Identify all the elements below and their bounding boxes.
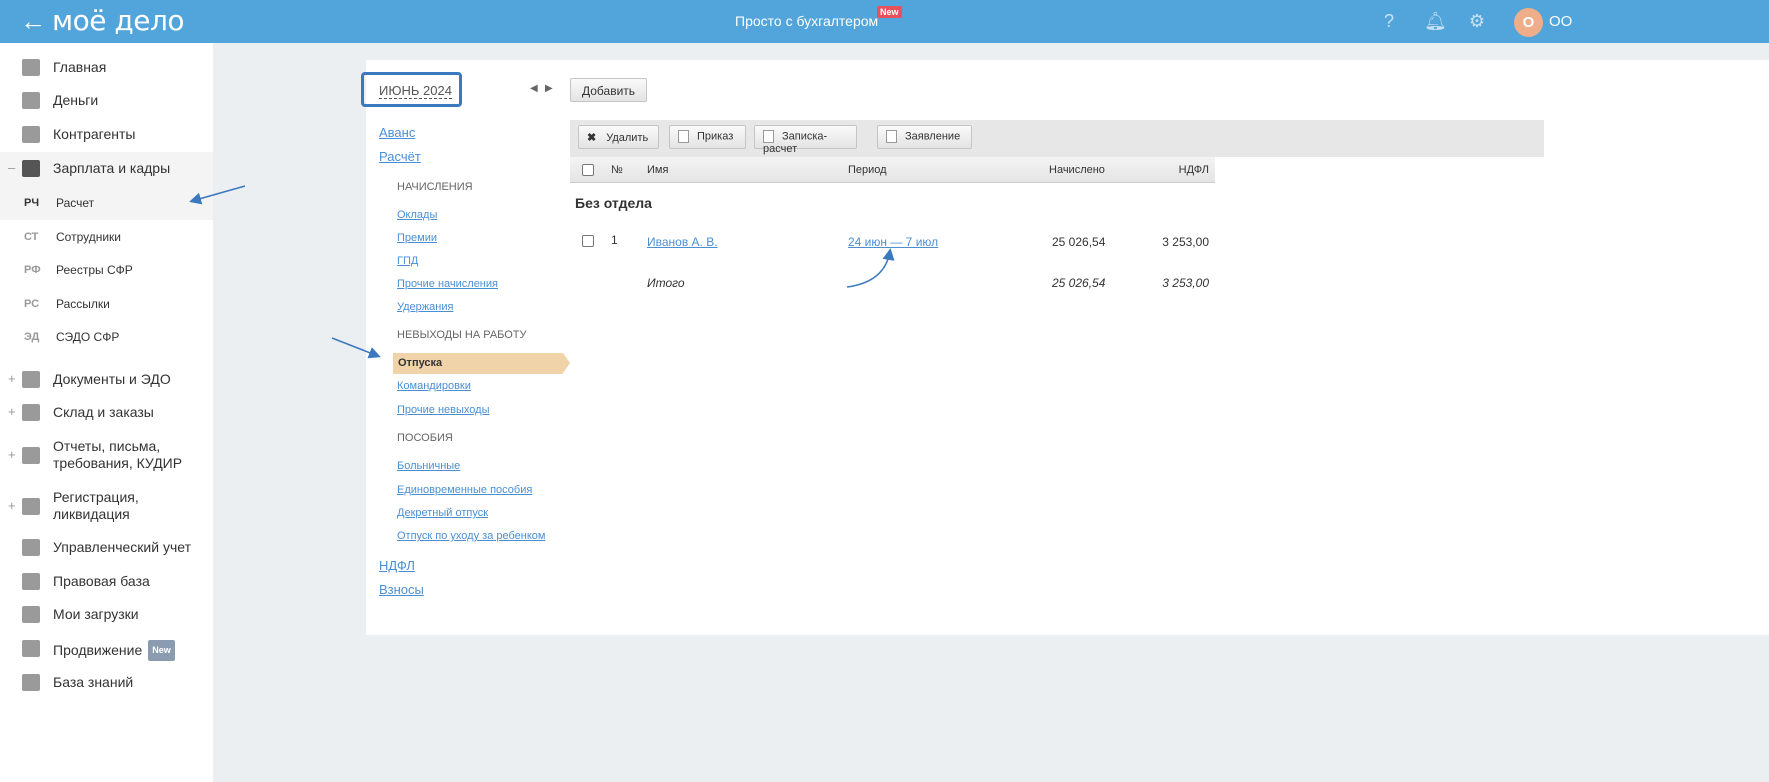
arrow-to-vacations: [331, 337, 381, 359]
arrow-to-raschet: [189, 185, 246, 205]
annotation-arrows: [189, 185, 895, 359]
arrow-to-period: [846, 248, 895, 288]
